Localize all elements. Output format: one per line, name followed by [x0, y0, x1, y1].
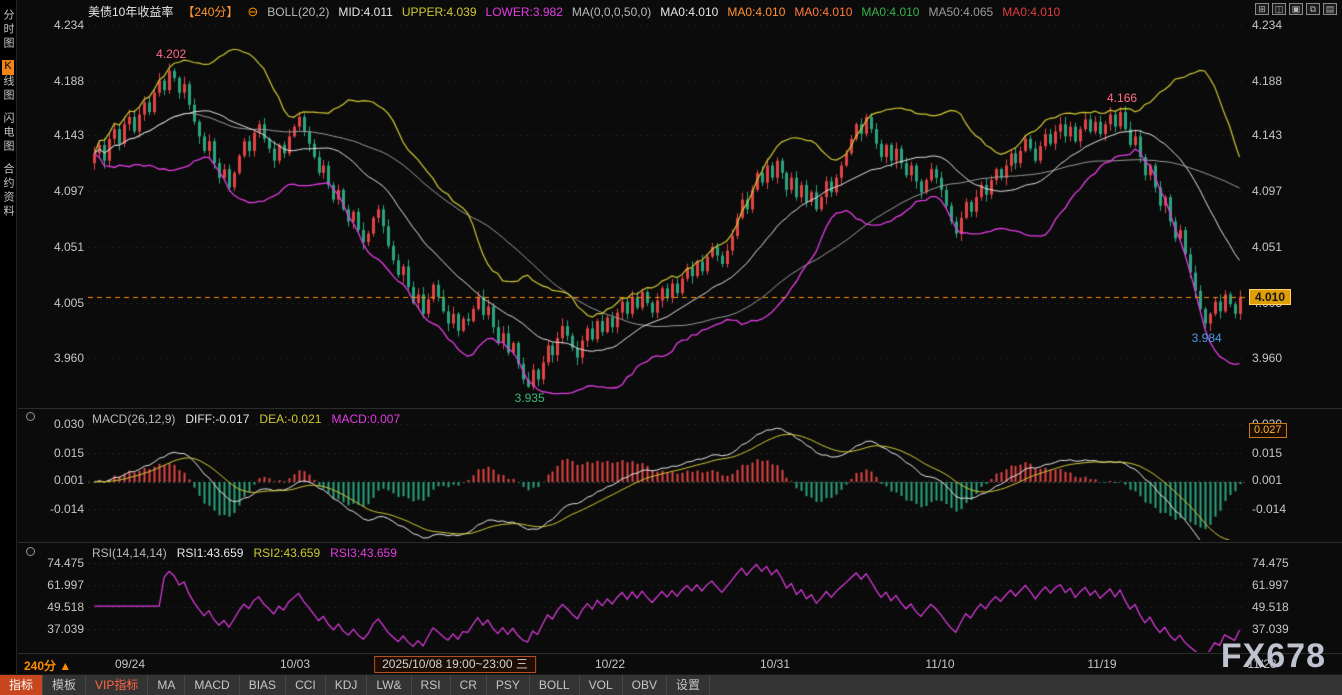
current-price-tag: 4.010: [1249, 289, 1291, 305]
ma-value: MA0:4.010: [861, 5, 919, 19]
toolbar-tab-kdj[interactable]: KDJ: [326, 675, 368, 695]
indicator-toolbar: 指标模板VIP指标MAMACDBIASCCIKDJLW&RSICRPSYBOLL…: [0, 674, 1342, 695]
up-triangle-icon: ▲: [59, 659, 71, 673]
sidebar-item-flash-chart[interactable]: 闪电图: [0, 112, 16, 154]
toolbar-tab-indicators[interactable]: 指标: [0, 675, 43, 695]
rsi-axis-label: 61.997: [1252, 578, 1289, 592]
toolbar-tab-macd[interactable]: MACD: [185, 675, 239, 695]
panel-separator: [18, 408, 1342, 409]
price-axis-label: 4.143: [1252, 128, 1282, 142]
rsi2-value: RSI2:43.659: [253, 546, 320, 560]
macd-axis-label: 0.001: [1252, 473, 1282, 487]
price-axis-label: 4.097: [1252, 184, 1282, 198]
toolbar-tab-rsi[interactable]: RSI: [412, 675, 451, 695]
macd-legend: MACD(26,12,9) DIFF:-0.017 DEA:-0.021 MAC…: [92, 412, 400, 426]
instrument-title: 美债10年收益率: [88, 3, 173, 20]
rsi-params-label: RSI(14,14,14): [92, 546, 167, 560]
fx678-watermark: FX678: [1221, 637, 1326, 676]
window-layout-controls: ⊞◫▣⧉▤: [1255, 3, 1337, 15]
footer-timeframe-label: 240分: [24, 659, 56, 673]
macd-axis-label: 0.015: [1252, 446, 1282, 460]
price-axis-label: 4.188: [1252, 74, 1282, 88]
date-label: 11/10: [925, 657, 954, 671]
layout-split-icon[interactable]: ◫: [1272, 3, 1286, 15]
rsi-axis-label: 49.518: [1252, 600, 1289, 614]
panel-separator: [18, 653, 1342, 654]
boll-lower-value: LOWER:3.982: [486, 5, 563, 19]
toolbar-tab-vol[interactable]: VOL: [580, 675, 623, 695]
layout-chart-icon[interactable]: ▣: [1289, 3, 1303, 15]
sidebar-item-contract-info[interactable]: 合约资料: [0, 163, 16, 219]
price-axis-label: 4.234: [1252, 18, 1282, 32]
ma-value: MA0:4.010: [660, 5, 718, 19]
macd-axis-label: 0.030: [1252, 417, 1282, 431]
ma-value: MA0:4.010: [794, 5, 852, 19]
macd-diff-value: DIFF:-0.017: [185, 412, 249, 426]
toolbar-tab-settings[interactable]: 设置: [667, 675, 710, 695]
rsi-axis-label: 37.039: [1252, 622, 1289, 636]
macd-dea-value: DEA:-0.021: [259, 412, 321, 426]
sidebar-item-time-share-chart[interactable]: 分时图: [0, 9, 16, 51]
toolbar-tab-ma[interactable]: MA: [148, 675, 185, 695]
toolbar-tab-lw[interactable]: LW&: [367, 675, 411, 695]
date-label: 10/31: [760, 657, 790, 671]
selected-bar-datetime: 2025/10/08 19:00~23:00 三: [374, 656, 536, 673]
panel-separator: [18, 542, 1342, 543]
main-indicator-header: 美债10年收益率 【240分】 ⊖ BOLL(20,2) MID:4.011 U…: [88, 3, 1060, 20]
boll-params-label: BOLL(20,2): [267, 5, 329, 19]
sidebar-item-kline-chart[interactable]: K线图: [0, 60, 16, 103]
toolbar-tab-vip-indicators[interactable]: VIP指标: [86, 675, 148, 695]
layout-grid-icon[interactable]: ⊞: [1255, 3, 1269, 15]
boll-upper-value: UPPER:4.039: [402, 5, 477, 19]
toolbar-tab-obv[interactable]: OBV: [623, 675, 667, 695]
time-axis-row: 240分 ▲ 09/2410/0310/2210/3111/1011/1911/…: [0, 656, 1342, 673]
rsi-axis-label: 74.475: [1252, 556, 1289, 570]
date-label: 10/03: [280, 657, 310, 671]
footer-timeframe-button[interactable]: 240分 ▲: [24, 657, 71, 674]
toolbar-tab-cci[interactable]: CCI: [286, 675, 326, 695]
ma-values: MA0:4.010 MA0:4.010 MA0:4.010 MA0:4.010 MA50…: [660, 5, 1060, 19]
rsi-legend: RSI(14,14,14) RSI1:43.659 RSI2:43.659 RS…: [92, 546, 397, 560]
toolbar-tab-bias[interactable]: BIAS: [240, 675, 286, 695]
macd-params-label: MACD(26,12,9): [92, 412, 175, 426]
rsi3-value: RSI3:43.659: [330, 546, 397, 560]
date-label: 10/22: [595, 657, 625, 671]
panel-collapse-handle[interactable]: [26, 412, 35, 421]
date-label: 09/24: [115, 657, 145, 671]
toolbar-tab-templates[interactable]: 模板: [43, 675, 86, 695]
price-axis-label: 3.960: [1252, 351, 1282, 365]
toolbar-tab-boll[interactable]: BOLL: [530, 675, 580, 695]
zoom-out-icon[interactable]: ⊖: [247, 4, 258, 20]
boll-mid-value: MID:4.011: [338, 5, 392, 19]
panel-collapse-handle[interactable]: [26, 547, 35, 556]
trading-terminal: 分时图 K线图闪电图合约资料 美债10年收益率 【240分】 ⊖ BOLL(20,…: [0, 0, 1342, 695]
toolbar-tab-cr[interactable]: CR: [451, 675, 487, 695]
price-axis-label: 4.051: [1252, 240, 1282, 254]
ma-value: MA50:4.065: [928, 5, 993, 19]
main-candlestick-chart[interactable]: [88, 24, 1246, 408]
macd-current-tag: 0.027: [1249, 423, 1287, 438]
layout-expand-icon[interactable]: ▤: [1323, 3, 1337, 15]
date-label: 11/19: [1087, 657, 1116, 671]
layout-cascade-icon[interactable]: ⧉: [1306, 3, 1320, 15]
rsi1-value: RSI1:43.659: [177, 546, 244, 560]
timeframe-badge: 【240分】: [182, 3, 238, 20]
macd-panel-chart[interactable]: [88, 410, 1246, 540]
toolbar-tab-psy[interactable]: PSY: [487, 675, 530, 695]
ma-value: MA0:4.010: [1002, 5, 1060, 19]
ma-params-label: MA(0,0,0,50,0): [572, 5, 651, 19]
ma-value: MA0:4.010: [727, 5, 785, 19]
macd-axis-label: -0.014: [1252, 502, 1286, 516]
chart-type-sidebar: 分时图 K线图闪电图合约资料: [0, 0, 17, 674]
macd-hist-value: MACD:0.007: [331, 412, 400, 426]
price-axis-label: 4.005: [1252, 296, 1282, 310]
rsi-panel-chart[interactable]: [88, 544, 1246, 652]
